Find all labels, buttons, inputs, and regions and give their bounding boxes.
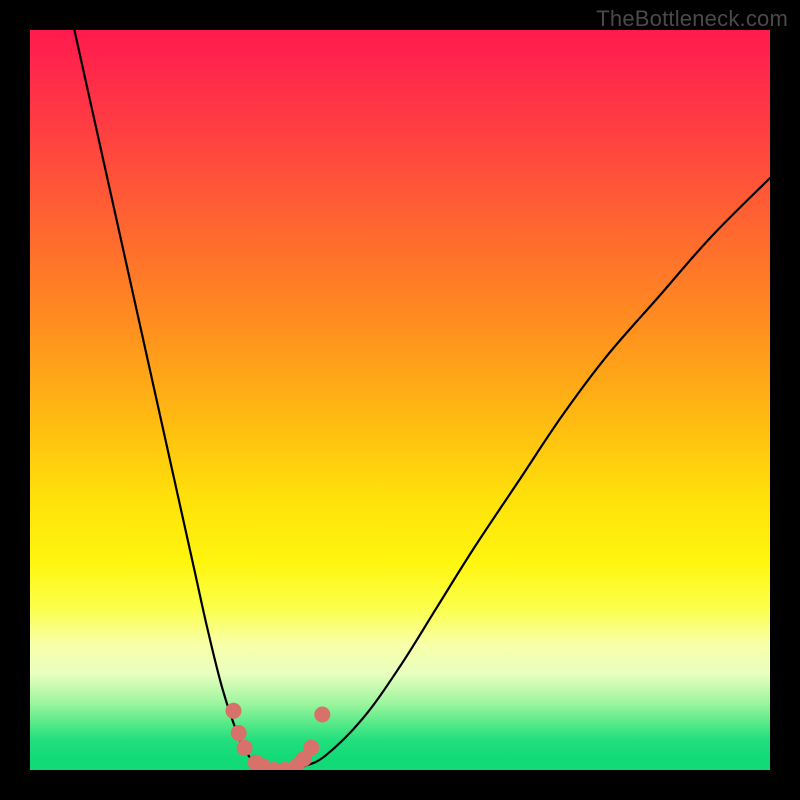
highlight-dot <box>226 703 242 719</box>
highlight-dots <box>226 703 331 770</box>
watermark-text: TheBottleneck.com <box>596 6 788 32</box>
bottleneck-curve <box>74 30 770 770</box>
highlight-dot <box>314 707 330 723</box>
highlight-dot <box>231 725 247 741</box>
curve-layer <box>30 30 770 770</box>
highlight-dot <box>303 740 319 756</box>
plot-area <box>30 30 770 770</box>
chart-frame: TheBottleneck.com <box>0 0 800 800</box>
highlight-dot <box>237 740 253 756</box>
